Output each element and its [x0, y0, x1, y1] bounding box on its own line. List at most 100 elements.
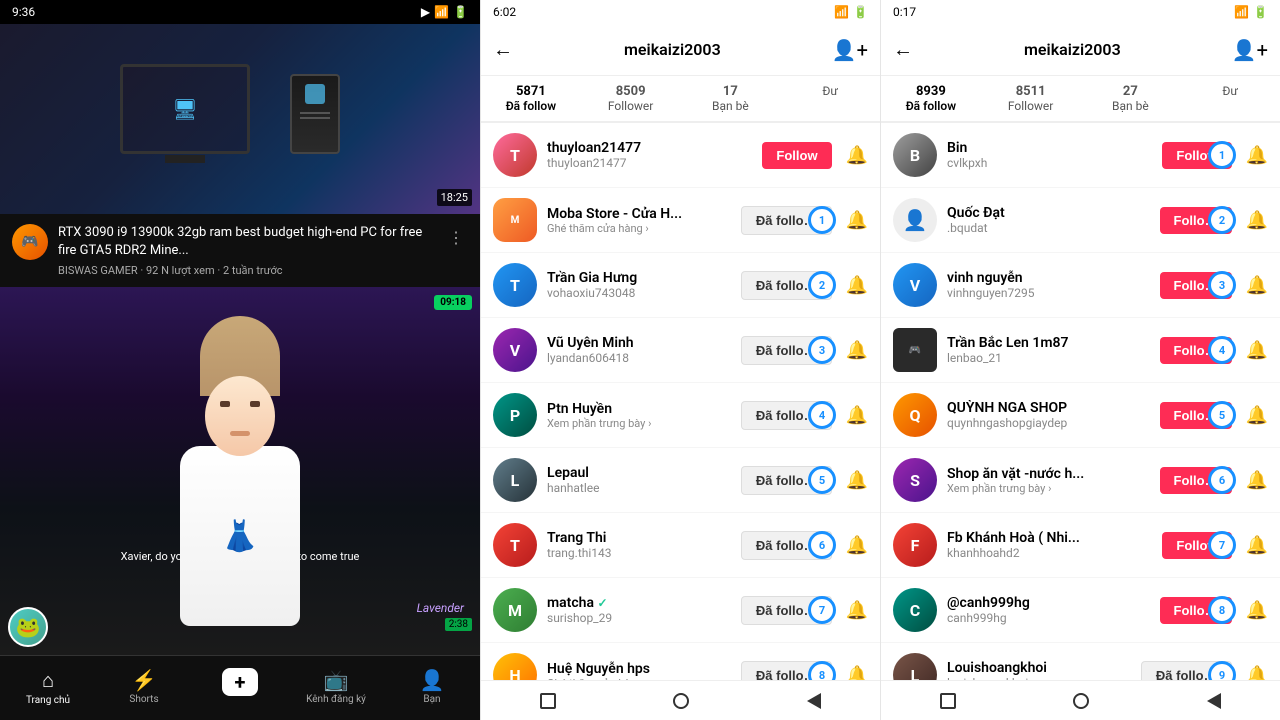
nav-add[interactable]: + [192, 664, 288, 716]
follower-name: QUỲNH NGA SHOP [947, 400, 1150, 416]
follower-name: Louishoangkhoi [947, 660, 1131, 676]
android-home-btn-p3[interactable] [1071, 691, 1091, 711]
bell-icon[interactable]: 🔔 [1246, 275, 1268, 296]
bell-icon[interactable]: 🔔 [846, 535, 868, 556]
follower-info: Louishoangkhoi louishoangkhoi [947, 660, 1131, 680]
tab-follower-p2[interactable]: 8509 Follower [581, 76, 681, 121]
nav-channel[interactable]: 📺 Kênh đăng ký [288, 664, 384, 716]
number-badge: 4 [808, 401, 836, 429]
tiktok-header-p3: ← meikaizi2003 👤+ [881, 24, 1280, 76]
bell-icon[interactable]: 🔔 [846, 405, 868, 426]
bell-icon[interactable]: 🔔 [846, 665, 868, 681]
battery-icon-p3: 🔋 [1253, 5, 1268, 19]
follower-info: Huệ Nguyễn hps Ghé thăm cửa hàng › [547, 661, 731, 681]
list-item: P Ptn Huyền Xem phần trưng bày › Đã foll… [481, 383, 880, 448]
follower-label-p2: Follower [608, 99, 653, 113]
bell-icon[interactable]: 🔔 [1246, 210, 1268, 231]
follower-list-p2: T thuyloan21477 thuyloan21477 Follow 🔔 M… [481, 123, 880, 680]
video-details: RTX 3090 i9 13900k 32gb ram best budget … [58, 224, 434, 277]
number-badge: 7 [1208, 531, 1236, 559]
follower-info: @canh999hg canh999hg [947, 595, 1150, 625]
number-badge: 8 [808, 661, 836, 680]
follower-count-p3: 8511 [1016, 84, 1046, 99]
follower-info: Ptn Huyền Xem phần trưng bày › [547, 401, 731, 430]
bell-icon[interactable]: 🔔 [1246, 405, 1268, 426]
android-nav-p3 [881, 680, 1280, 720]
bell-icon[interactable]: 🔔 [846, 145, 868, 166]
video-thumbnail[interactable]: 🖥 18:25 [0, 24, 480, 214]
follower-username: khanhhoahd2 [947, 546, 1152, 560]
channel-avatar: 🎮 [12, 224, 48, 260]
bell-icon[interactable]: 🔔 [1246, 665, 1268, 681]
bell-icon[interactable]: 🔔 [846, 275, 868, 296]
channel-icon: 📺 [324, 668, 349, 692]
number-badge: 2 [808, 271, 836, 299]
add-user-icon-p3[interactable]: 👤+ [1232, 38, 1268, 62]
bell-icon[interactable]: 🔔 [846, 340, 868, 361]
android-back-btn-p3[interactable] [1204, 691, 1224, 711]
back-button-p2[interactable]: ← [493, 37, 513, 62]
follower-name: Bin [947, 140, 1152, 156]
dafollow-count-p3: 8939 [916, 84, 946, 99]
nav-shorts-label: Shorts [129, 694, 158, 705]
follower-info: Shop ăn vặt -nước h... Xem phần trưng bà… [947, 466, 1150, 495]
bell-icon[interactable]: 🔔 [1246, 340, 1268, 361]
bell-icon[interactable]: 🔔 [846, 470, 868, 491]
stats-tabs-p3: 8939 Đã follow 8511 Follower 27 Bạn bè Đ… [881, 76, 1280, 123]
follower-name: Trang Thi [547, 530, 731, 546]
nav-shorts[interactable]: ⚡ Shorts [96, 664, 192, 716]
bell-icon[interactable]: 🔔 [1246, 535, 1268, 556]
bell-icon[interactable]: 🔔 [1246, 470, 1268, 491]
avatar: F [893, 523, 937, 567]
follower-info: QUỲNH NGA SHOP quynhngashopgiaydep [947, 400, 1150, 430]
profile-icon: 👤 [420, 668, 445, 692]
add-user-icon-p2[interactable]: 👤+ [832, 38, 868, 62]
list-item: Q QUỲNH NGA SHOP quynhngashopgiaydep Fol… [881, 383, 1280, 448]
tab-dafollow-p3[interactable]: 8939 Đã follow [881, 76, 981, 123]
avatar: 🎮 [893, 328, 937, 372]
back-button-p3[interactable]: ← [893, 37, 913, 62]
tab-follower-p3[interactable]: 8511 Follower [981, 76, 1081, 121]
friend-label-p3: Bạn bè [1112, 99, 1149, 113]
stats-tabs-p2: 5871 Đã follow 8509 Follower 17 Bạn bè Đ… [481, 76, 880, 123]
add-icon[interactable]: + [222, 668, 258, 696]
android-back-btn[interactable] [804, 691, 824, 711]
nav-home[interactable]: ⌂ Trang chủ [0, 664, 96, 716]
follow-button[interactable]: Follow [762, 142, 831, 169]
android-square-btn[interactable] [538, 691, 558, 711]
game-scene: 👗 09:18 Xavier, do you have a wish you w… [0, 287, 480, 655]
follower-name: Trần Gia Hưng [547, 270, 731, 286]
follower-name: thuyloan21477 [547, 140, 752, 156]
list-item: F Fb Khánh Hoà ( Nhi... khanhhoahd2 Foll… [881, 513, 1280, 578]
nav-profile-label: Bạn [423, 694, 440, 705]
verified-icon: ✓ [598, 596, 608, 610]
bell-icon[interactable]: 🔔 [846, 600, 868, 621]
number-badge: 1 [1208, 141, 1236, 169]
nav-profile[interactable]: 👤 Bạn [384, 664, 480, 716]
follower-username: vinhnguyen7295 [947, 286, 1150, 300]
tab-friend-p2[interactable]: 17 Bạn bè [681, 76, 781, 121]
android-home-btn[interactable] [671, 691, 691, 711]
follower-info: Trần Gia Hưng vohaoxiu743048 [547, 270, 731, 300]
follower-name: @canh999hg [947, 595, 1150, 611]
bell-icon[interactable]: 🔔 [846, 210, 868, 231]
video-title: RTX 3090 i9 13900k 32gb ram best budget … [58, 224, 434, 260]
menu-dots[interactable]: ⋮ [444, 224, 468, 251]
shorts-icon: ⚡ [132, 668, 157, 692]
number-badge: 5 [1208, 401, 1236, 429]
number-badge: 2 [1208, 206, 1236, 234]
avatar: L [493, 458, 537, 502]
bell-icon[interactable]: 🔔 [1246, 145, 1268, 166]
bell-icon[interactable]: 🔔 [1246, 600, 1268, 621]
tab-dafollow-p2[interactable]: 5871 Đã follow [481, 76, 581, 123]
follower-username: canh999hg [947, 611, 1150, 625]
friend-count-p2: 17 [723, 84, 738, 99]
android-square-btn-p3[interactable] [938, 691, 958, 711]
follower-username: louishoangkhoi [947, 676, 1131, 680]
tab-other-p2[interactable]: Đư [780, 76, 880, 121]
tab-friend-p3[interactable]: 27 Bạn bè [1081, 76, 1181, 121]
friend-label-p2: Bạn bè [712, 99, 749, 113]
tab-other-p3[interactable]: Đư [1180, 76, 1280, 121]
home-icon: ⌂ [42, 668, 54, 693]
nav-channel-label: Kênh đăng ký [306, 694, 366, 705]
